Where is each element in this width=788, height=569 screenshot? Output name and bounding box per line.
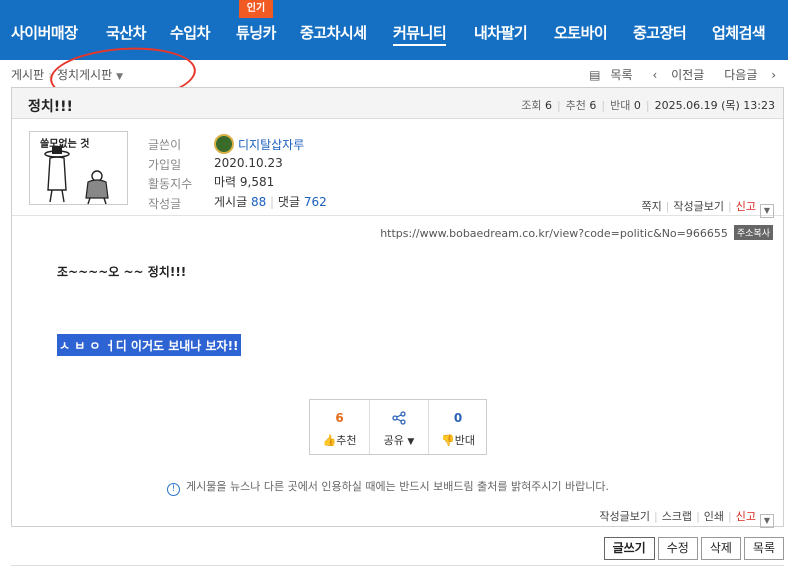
views-count: 6 <box>544 99 552 112</box>
activity-label: 활동지수 <box>148 177 193 191</box>
nav-item-used-car-price[interactable]: 중고차시세 <box>300 22 367 43</box>
chevron-down-icon[interactable]: ▼ <box>116 72 123 82</box>
oppose-button[interactable]: 0 👎반대 <box>428 400 487 454</box>
recommend-vote-count: 6 <box>335 411 344 425</box>
note-link[interactable]: 쪽지 <box>641 200 661 213</box>
avatar: 쓸모없는 것 <box>29 131 128 205</box>
views-label: 조회 <box>521 99 542 112</box>
user-level-icon <box>214 134 234 154</box>
nav-item-used-market[interactable]: 중고장터 <box>633 22 687 43</box>
prev-post-link[interactable]: ‹ 이전글 <box>643 68 705 82</box>
nav-item-sell-my-car[interactable]: 내차팔기 <box>474 22 528 43</box>
scrap-link[interactable]: 스크랩 <box>662 510 692 523</box>
recommend-count: 6 <box>589 99 597 112</box>
post-url: https://www.bobaedream.co.kr/view?code=p… <box>380 227 728 240</box>
info-icon: ! <box>167 483 180 496</box>
view-posts-link-bottom[interactable]: 작성글보기 <box>599 510 650 523</box>
citation-notice: ! 게시물을 뉴스나 다른 곳에서 인용하실 때에는 반드시 보배드림 출처를 밝… <box>167 478 609 496</box>
list-link[interactable]: ▤ 목록 <box>579 68 632 82</box>
chevron-down-icon[interactable]: ▼ <box>760 204 774 218</box>
post-container: 정치!!! 조회 6 | 추천 6 | 반대 0 | 2025.06.19 (목) 13:2… <box>11 87 784 528</box>
report-link[interactable]: 신고 <box>736 200 756 213</box>
share-button-label: 공유 <box>383 434 404 447</box>
oppose-button-label: 반대 <box>454 434 475 447</box>
list-icon: ▤ <box>589 68 601 82</box>
nav-item-tuning-car[interactable]: 튜닝카 <box>236 22 276 43</box>
copy-url-button[interactable]: 주소복사 <box>733 225 773 240</box>
oppose-vote-count: 0 <box>453 411 463 425</box>
thumbs-up-icon: 👍 <box>322 434 337 447</box>
hot-badge: 인기 <box>239 0 273 18</box>
view-posts-link[interactable]: 작성글보기 <box>673 200 724 213</box>
nav-item-community[interactable]: 커뮤니티 <box>393 22 447 46</box>
author-nickname[interactable]: 디지탈삽자루 <box>238 138 304 152</box>
author-values: 디지탈삽자루 2020.10.23 마력 9,581 게시글 88 | 댓글 7… <box>214 134 327 212</box>
post-date: 2025.06.19 (목) 13:23 <box>654 99 775 112</box>
delete-button[interactable]: 삭제 <box>700 537 741 560</box>
joined-date: 2020.10.23 <box>214 155 283 170</box>
report-link-bottom[interactable]: 신고 <box>736 510 756 523</box>
recommend-label: 추천 <box>565 99 586 112</box>
chevron-down-icon[interactable]: ▼ <box>760 514 774 528</box>
nav-item-business-search[interactable]: 업체검색 <box>712 22 766 43</box>
post-pager: ▤ 목록 ‹ 이전글 다음글 › <box>569 66 776 83</box>
list-button[interactable]: 목록 <box>743 537 784 560</box>
author-labels: 글쓴이 가입일 활동지수 작성글 <box>148 136 192 214</box>
next-post-link[interactable]: 다음글 › <box>714 68 776 82</box>
share-button[interactable]: 공유 ▼ <box>369 400 428 454</box>
nav-item-import-car[interactable]: 수입차 <box>170 22 210 43</box>
posts-count[interactable]: 88 <box>251 195 266 209</box>
comments-count[interactable]: 762 <box>304 195 327 209</box>
caret-down-icon: ▼ <box>407 437 415 447</box>
edit-button[interactable]: 수정 <box>657 537 698 560</box>
nickname-label: 글쓴이 <box>148 138 182 152</box>
post-title-bar: 정치!!! 조회 6 | 추천 6 | 반대 0 | 2025.06.19 (목) 13:2… <box>12 88 783 119</box>
print-link[interactable]: 인쇄 <box>704 510 724 523</box>
writings-label: 작성글 <box>148 196 182 211</box>
chevron-left-icon: ‹ <box>652 68 662 82</box>
activity-score: 마력 9,581 <box>214 175 275 189</box>
breadcrumb-board[interactable]: 게시판 <box>11 68 44 82</box>
post-actions: 글쓰기 수정 삭제 목록 <box>601 537 784 560</box>
breadcrumb-separator: › <box>48 68 53 82</box>
recommend-button[interactable]: 6 👍추천 <box>310 400 369 454</box>
vote-box: 6 👍추천 공유 ▼ 0 👎반대 <box>309 399 487 455</box>
author-links: 쪽지 | 작성글보기 | 신고 ▼ <box>641 198 774 218</box>
posts-label: 게시글 <box>214 194 248 209</box>
post-url-row: https://www.bobaedream.co.kr/view?code=p… <box>380 225 773 240</box>
nav-item-cyber-store[interactable]: 사이버매장 <box>11 22 78 43</box>
comments-label: 댓글 <box>277 194 300 209</box>
post-bottom-links: 작성글보기 | 스크랩 | 인쇄 | 신고 ▼ <box>599 508 774 528</box>
breadcrumb-current-board[interactable]: 정치게시판 <box>57 68 112 82</box>
recommend-button-label: 추천 <box>336 434 357 447</box>
author-info: 쓸모없는 것 글쓴이 가입일 활동지수 작성글 디지탈삽자루 2020.10.2… <box>12 120 783 218</box>
post-body-line-1: 조~~~~오 ~~ 정치!!! <box>57 265 187 279</box>
write-button[interactable]: 글쓰기 <box>603 537 655 560</box>
citation-notice-text: 게시물을 뉴스나 다른 곳에서 인용하실 때에는 반드시 보배드림 출처를 밝혀… <box>186 480 610 493</box>
nav-item-motorcycle[interactable]: 오토바이 <box>554 22 608 43</box>
breadcrumb: 게시판 › 정치게시판 ▼ <box>11 66 123 83</box>
joined-label: 가입일 <box>148 157 182 172</box>
share-icon <box>370 411 428 428</box>
thumbs-down-icon: 👎 <box>441 434 455 447</box>
oppose-count: 0 <box>633 99 641 112</box>
nav-item-domestic-car[interactable]: 국산차 <box>106 22 146 43</box>
oppose-label: 반대 <box>610 99 631 112</box>
chevron-right-icon: › <box>767 68 776 82</box>
post-meta: 조회 6 | 추천 6 | 반대 0 | 2025.06.19 (목) 13:23 <box>521 99 775 112</box>
avatar-caption: 쓸모없는 것 <box>40 139 90 150</box>
post-body-line-2-selected: ㅅ ㅂ ㅇ ㅓ디 이거도 보내나 보자!! <box>57 334 241 356</box>
top-nav: 사이버매장 국산차 수입차 튜닝카 중고차시세 커뮤니티 내차팔기 오토바이 중… <box>0 0 788 60</box>
divider <box>11 565 784 566</box>
post-title: 정치!!! <box>28 99 73 115</box>
